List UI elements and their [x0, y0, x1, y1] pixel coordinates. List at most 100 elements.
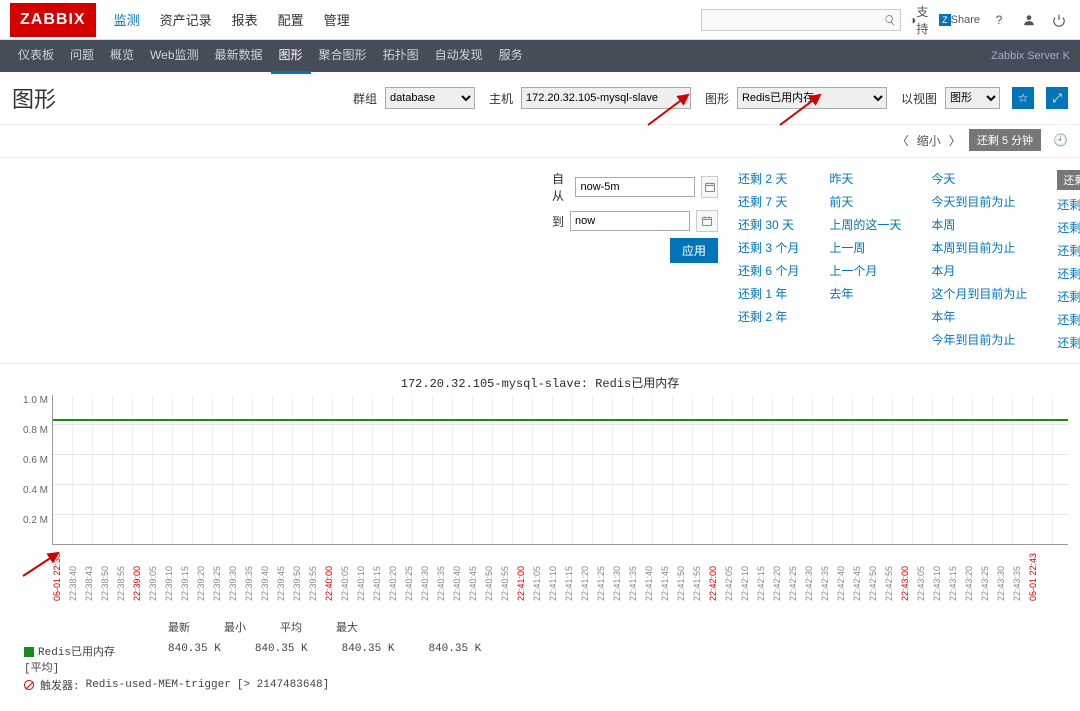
host-label: 主机 [489, 90, 513, 107]
legend-series-name: Redis已用内存 [38, 647, 115, 659]
quick-time-link[interactable]: 本月 [931, 262, 1027, 279]
page-title: 图形 [12, 82, 339, 114]
global-search[interactable] [701, 9, 901, 31]
submenu-item[interactable]: 拓扑图 [375, 38, 427, 74]
trigger-label: 触发器: [40, 677, 80, 693]
quick-time-link[interactable]: 还剩 6 个月 [738, 262, 799, 279]
quick-time-link[interactable]: 本周到目前为止 [931, 239, 1027, 256]
x-axis: 05-01 22:3822:38:4022:38:4322:38:5022:38… [12, 577, 1068, 605]
time-range-inputs: 自从 到 应用 [552, 170, 718, 351]
support-button[interactable]: ◑ 支持 [909, 9, 931, 31]
from-calendar-button[interactable] [701, 176, 718, 198]
submenu-item[interactable]: 问题 [62, 38, 102, 74]
quick-time-link[interactable]: 今天到目前为止 [931, 193, 1027, 210]
favorite-button[interactable]: ☆ [1012, 87, 1034, 109]
col-avg: 平均 [280, 619, 302, 635]
submenu-item[interactable]: 概览 [102, 38, 142, 74]
quick-time-link[interactable]: 还剩 1 年 [738, 285, 799, 302]
search-icon [884, 14, 896, 26]
main-menu: 监测资产记录报表配置管理 [104, 0, 702, 39]
quick-time-link[interactable]: 昨天 [829, 170, 901, 187]
quick-time-link[interactable]: 上一个月 [829, 262, 901, 279]
quick-time-link[interactable]: 这个月到目前为止 [931, 285, 1027, 302]
mainmenu-item[interactable]: 资产记录 [150, 0, 222, 39]
nav-next[interactable]: 〉 [949, 132, 961, 149]
share-button[interactable]: ZShare [939, 9, 980, 31]
quick-time-link[interactable]: 前天 [829, 193, 901, 210]
quick-time-link[interactable]: 还剩 2 年 [738, 308, 799, 325]
to-label: 到 [552, 213, 564, 230]
val-min: 840.35 K [255, 643, 308, 675]
quick-time-link[interactable]: 去年 [829, 285, 901, 302]
calendar-icon [701, 215, 713, 227]
view-label: 以视图 [901, 90, 937, 107]
legend-swatch [24, 647, 34, 657]
val-avg: 840.35 K [342, 643, 395, 675]
val-latest: 840.35 K [168, 643, 221, 675]
y-axis: 1.0 M0.8 M0.6 M0.4 M0.2 M [12, 395, 52, 545]
time-remaining-badge: 还剩 5 分钟 [969, 129, 1041, 151]
quick-time-link[interactable]: 还剩 30 天 [738, 216, 799, 233]
host-select[interactable]: 172.20.32.105-mysql-slave [521, 87, 691, 109]
clock-icon[interactable]: 🕘 [1053, 133, 1068, 147]
time-filter-panel: 自从 到 应用 还剩 2 天还剩 7 天还剩 30 天还剩 3 个月还剩 6 个… [0, 157, 1080, 364]
sub-nav: 仪表板问题概览Web监测最新数据图形聚合图形拓扑图自动发现服务 Zabbix S… [0, 40, 1080, 72]
chart-title: 172.20.32.105-mysql-slave: Redis已用内存 [12, 374, 1068, 391]
quick-time-link[interactable]: 还剩 2 天 [738, 170, 799, 187]
quick-time-link[interactable]: 上一周 [829, 239, 901, 256]
apply-button[interactable]: 应用 [670, 238, 718, 263]
from-input[interactable] [575, 177, 695, 197]
title-bar: 图形 群组 database 主机 172.20.32.105-mysql-sl… [0, 72, 1080, 124]
submenu-item[interactable]: 聚合图形 [311, 38, 375, 74]
y-tick: 0.8 M [12, 425, 48, 436]
graph-label: 图形 [705, 90, 729, 107]
quick-time-link[interactable]: 还剩 30 分钟 [1057, 219, 1080, 236]
quick-time-link[interactable]: 今年到目前为止 [931, 331, 1027, 348]
submenu-item[interactable]: Web监测 [142, 38, 206, 74]
quick-time-link[interactable]: 上周的这一天 [829, 216, 901, 233]
mainmenu-item[interactable]: 管理 [314, 0, 360, 39]
quick-time-link[interactable]: 本周 [931, 216, 1027, 233]
quick-time-link[interactable]: 还剩 15 分钟 [1057, 196, 1080, 213]
server-name: Zabbix Server K [991, 50, 1070, 62]
submenu-item[interactable]: 自动发现 [427, 38, 491, 74]
topbar-right: ◑ 支持 ZShare ? [701, 9, 1070, 31]
nav-prev[interactable]: 〈 [897, 132, 909, 149]
plot-area[interactable] [52, 395, 1068, 545]
mainmenu-item[interactable]: 报表 [222, 0, 268, 39]
mainmenu-item[interactable]: 配置 [268, 0, 314, 39]
view-select[interactable]: 图形 [945, 87, 1000, 109]
submenu-item[interactable]: 仪表板 [10, 38, 62, 74]
chart-area: 172.20.32.105-mysql-slave: Redis已用内存 1.0… [0, 364, 1080, 711]
zoom-out-button[interactable]: 缩小 [917, 132, 941, 149]
quick-time-link[interactable]: 今天 [931, 170, 1027, 187]
group-select[interactable]: database [385, 87, 475, 109]
quick-time-link[interactable]: 还剩 12 小时 [1057, 311, 1080, 328]
group-label: 群组 [353, 90, 377, 107]
trigger-name: Redis-used-MEM-trigger [86, 679, 231, 691]
val-max: 840.35 K [428, 643, 481, 675]
legend-header-row: 最新 最小 平均 最大 [12, 613, 1068, 637]
logo: ZABBIX [10, 3, 96, 37]
logout-icon[interactable] [1048, 9, 1070, 31]
graph-select[interactable]: Redis已用内存 [737, 87, 887, 109]
quick-time-link[interactable]: 还剩 6 小时 [1057, 288, 1080, 305]
submenu-item[interactable]: 服务 [491, 38, 531, 74]
fullscreen-button[interactable]: ⤢ [1046, 87, 1068, 109]
quick-time-link[interactable]: 本年 [931, 308, 1027, 325]
mainmenu-item[interactable]: 监测 [104, 0, 150, 39]
to-calendar-button[interactable] [696, 210, 718, 232]
quick-time-link[interactable]: 还剩 3 个月 [738, 239, 799, 256]
quick-time-link[interactable]: 还剩 1 天 [1057, 334, 1080, 351]
quick-time-link[interactable]: 还剩 7 天 [738, 193, 799, 210]
quick-time-link[interactable]: 还剩 1 小时 [1057, 242, 1080, 259]
legend-data-row: Redis已用内存 [平均] 840.35 K 840.35 K 840.35 … [12, 637, 1068, 677]
trigger-threshold: [> 2147483648] [237, 679, 329, 691]
user-icon[interactable] [1018, 9, 1040, 31]
submenu-item[interactable]: 图形 [271, 38, 311, 74]
top-nav: ZABBIX 监测资产记录报表配置管理 ◑ 支持 ZShare ? [0, 0, 1080, 40]
to-input[interactable] [570, 211, 690, 231]
submenu-item[interactable]: 最新数据 [207, 38, 271, 74]
help-icon[interactable]: ? [988, 9, 1010, 31]
quick-time-link[interactable]: 还剩 3 小时 [1057, 265, 1080, 282]
